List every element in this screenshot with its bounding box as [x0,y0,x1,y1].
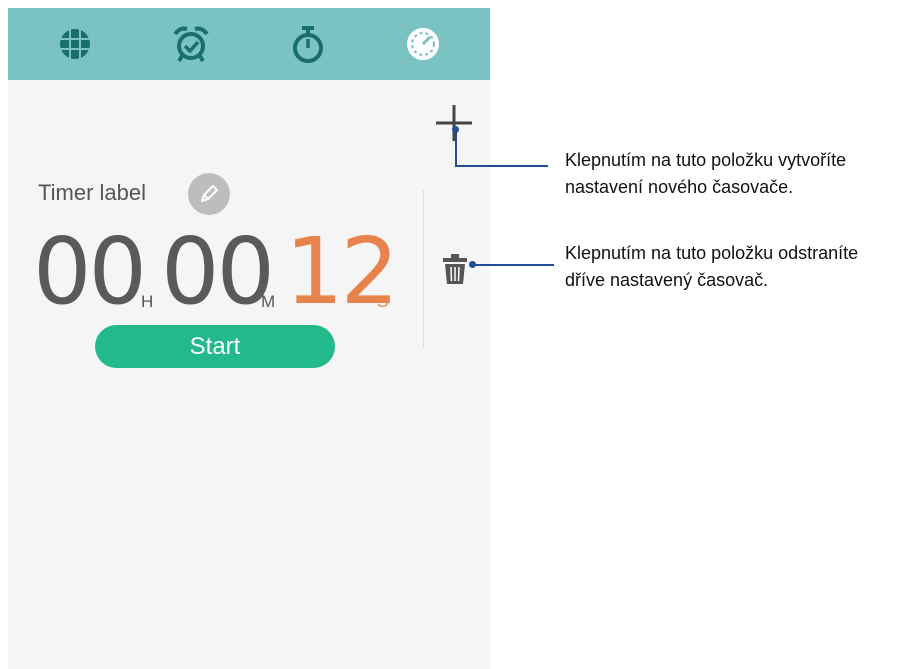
globe-icon [60,29,90,59]
tab-bar [8,8,490,80]
tab-stopwatch[interactable] [248,8,368,80]
timer-label: Timer label [38,180,146,205]
stopwatch-icon [293,26,323,63]
callout-add-line-horizontal [455,165,548,167]
seconds-unit: S [377,292,389,311]
callout-delete-text: Klepnutím na tuto položku odstraníte dří… [565,240,858,294]
edit-label-button[interactable] [188,173,230,215]
callout-delete-line2: dříve nastavený časovač. [565,270,769,290]
add-timer-button[interactable] [433,102,475,144]
tab-alarm[interactable] [131,8,251,80]
callout-add-line2: nastavení nového časovače. [565,177,794,197]
hours-value[interactable]: 00 [33,222,147,322]
pencil-icon [201,185,218,202]
callout-delete-line [472,264,554,266]
start-button[interactable]: Start [95,325,335,368]
divider [423,190,424,348]
minutes-value[interactable]: 00 [161,222,275,322]
timer-display[interactable]: 00 H 00 M 12 S [33,222,413,322]
tab-world-clock[interactable] [15,8,135,80]
callout-delete-line1: Klepnutím na tuto položku odstraníte [565,243,859,263]
callout-add-text: Klepnutím na tuto položku vytvoříte nast… [565,147,846,201]
tab-timer[interactable] [363,8,483,80]
alarm-clock-icon [173,26,209,63]
timer-icon [407,28,439,60]
timer-screen: Timer label 00 H 00 M 12 S Start [8,8,490,669]
minutes-unit: M [261,292,276,311]
delete-timer-button[interactable] [442,253,468,285]
callout-add-line1: Klepnutím na tuto položku vytvoříte [565,150,847,170]
callout-add-line-vertical [455,129,457,166]
hours-unit: H [141,292,154,311]
